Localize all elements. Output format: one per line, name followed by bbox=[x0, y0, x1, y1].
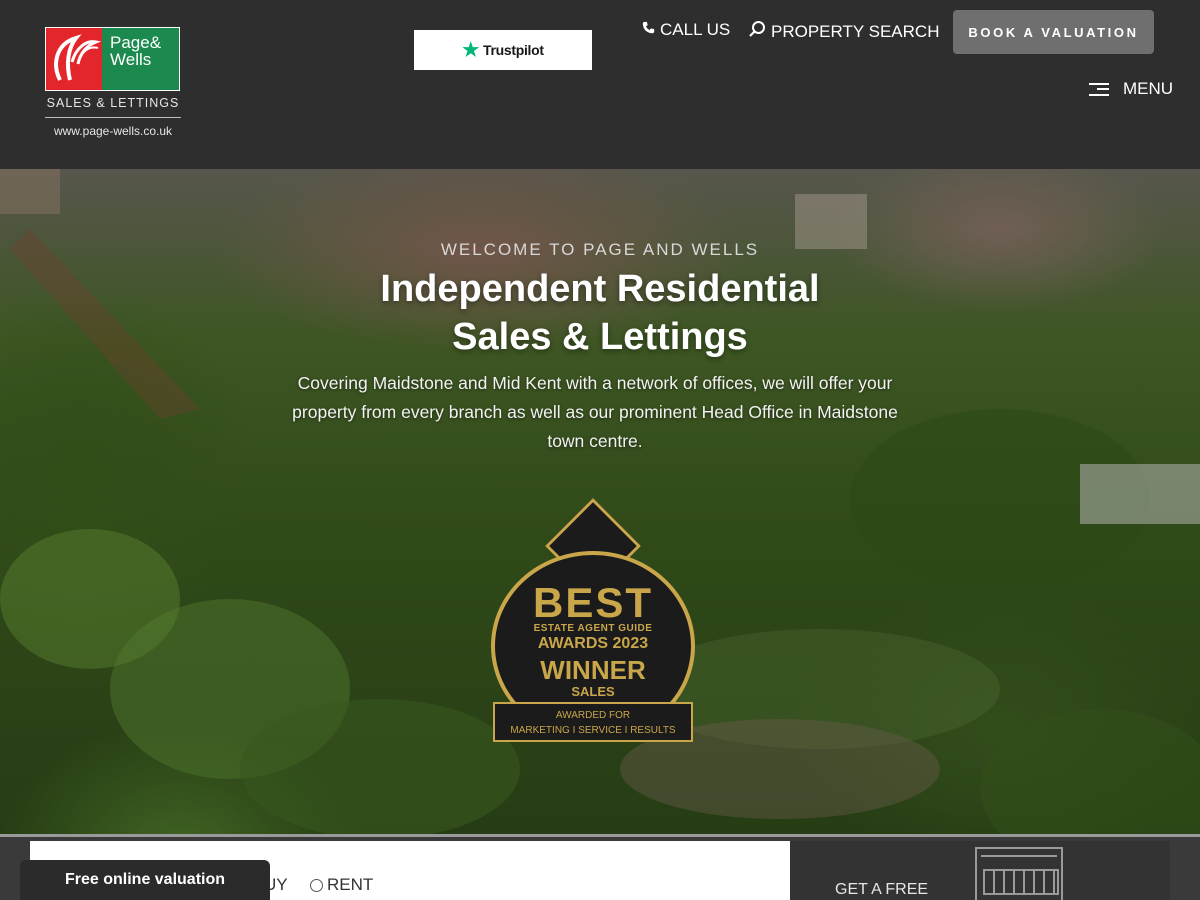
logo-swirl-icon bbox=[46, 28, 102, 90]
badge-awarded-for: AWARDED FOR bbox=[555, 710, 631, 721]
logo-url: www.page-wells.co.uk bbox=[53, 124, 173, 138]
magnifier-icon bbox=[748, 20, 766, 43]
trustpilot-label: Trustpilot bbox=[482, 42, 544, 58]
badge-best: BEST bbox=[532, 579, 653, 626]
free-online-valuation-tab[interactable]: Free online valuation bbox=[20, 860, 270, 900]
book-valuation-button[interactable]: BOOK A VALUATION bbox=[953, 10, 1154, 54]
logo-name-line1: Page& bbox=[110, 33, 162, 52]
rent-label: RENT bbox=[327, 875, 374, 894]
hero-banner: WELCOME TO PAGE AND WELLS Independent Re… bbox=[0, 169, 1200, 839]
menu-label: MENU bbox=[1123, 79, 1174, 98]
badge-guide: ESTATE AGENT GUIDE bbox=[533, 623, 653, 634]
rent-option[interactable]: RENT bbox=[310, 875, 373, 895]
hero-headline: Independent Residential Sales & Lettings bbox=[0, 265, 1200, 361]
welcome-heading: WELCOME TO PAGE AND WELLS bbox=[440, 240, 760, 259]
logo-name-line2: Wells bbox=[110, 50, 152, 69]
logo-wordmark: Page& Wells bbox=[102, 28, 179, 90]
page-wells-logo[interactable]: Page& Wells SALES & LETTINGS www.page-we… bbox=[45, 27, 181, 143]
logo-mark: Page& Wells bbox=[45, 27, 180, 91]
hero-intro-text: Covering Maidstone and Mid Kent with a n… bbox=[292, 373, 898, 451]
menu-button[interactable]: MENU bbox=[1089, 79, 1173, 99]
get-a-free-text: GET A FREE bbox=[835, 881, 929, 898]
property-search-link[interactable]: PROPERTY SEARCH bbox=[748, 20, 939, 43]
phone-icon bbox=[642, 21, 655, 39]
property-search-label: PROPERTY SEARCH bbox=[771, 21, 940, 41]
badge-winner: WINNER bbox=[540, 655, 646, 685]
house-icon bbox=[975, 847, 1063, 900]
trustpilot-widget[interactable]: ★ Trustpilot bbox=[414, 30, 592, 70]
rent-radio[interactable] bbox=[310, 878, 323, 892]
hamburger-icon bbox=[1089, 82, 1109, 96]
logo-tagline: SALES & LETTINGS bbox=[45, 96, 181, 118]
headline-line2: Sales & Lettings bbox=[452, 316, 748, 358]
site-header: Page& Wells SALES & LETTINGS www.page-we… bbox=[0, 0, 1200, 169]
call-us-link[interactable]: CALL US bbox=[642, 20, 730, 40]
star-icon: ★ bbox=[462, 39, 479, 61]
badge-awards: AWARDS 2023 bbox=[537, 635, 649, 652]
badge-sales: SALES bbox=[571, 684, 615, 699]
badge-criteria: MARKETING I SERVICE I RESULTS bbox=[510, 725, 676, 736]
award-badge: BEST ESTATE AGENT GUIDE AWARDS 2023 WINN… bbox=[488, 489, 698, 745]
badge-ribbon: AWARDED FOR MARKETING I SERVICE I RESULT… bbox=[493, 702, 693, 742]
headline-line1: Independent Residential bbox=[380, 268, 820, 310]
call-us-label: CALL US bbox=[660, 20, 731, 39]
